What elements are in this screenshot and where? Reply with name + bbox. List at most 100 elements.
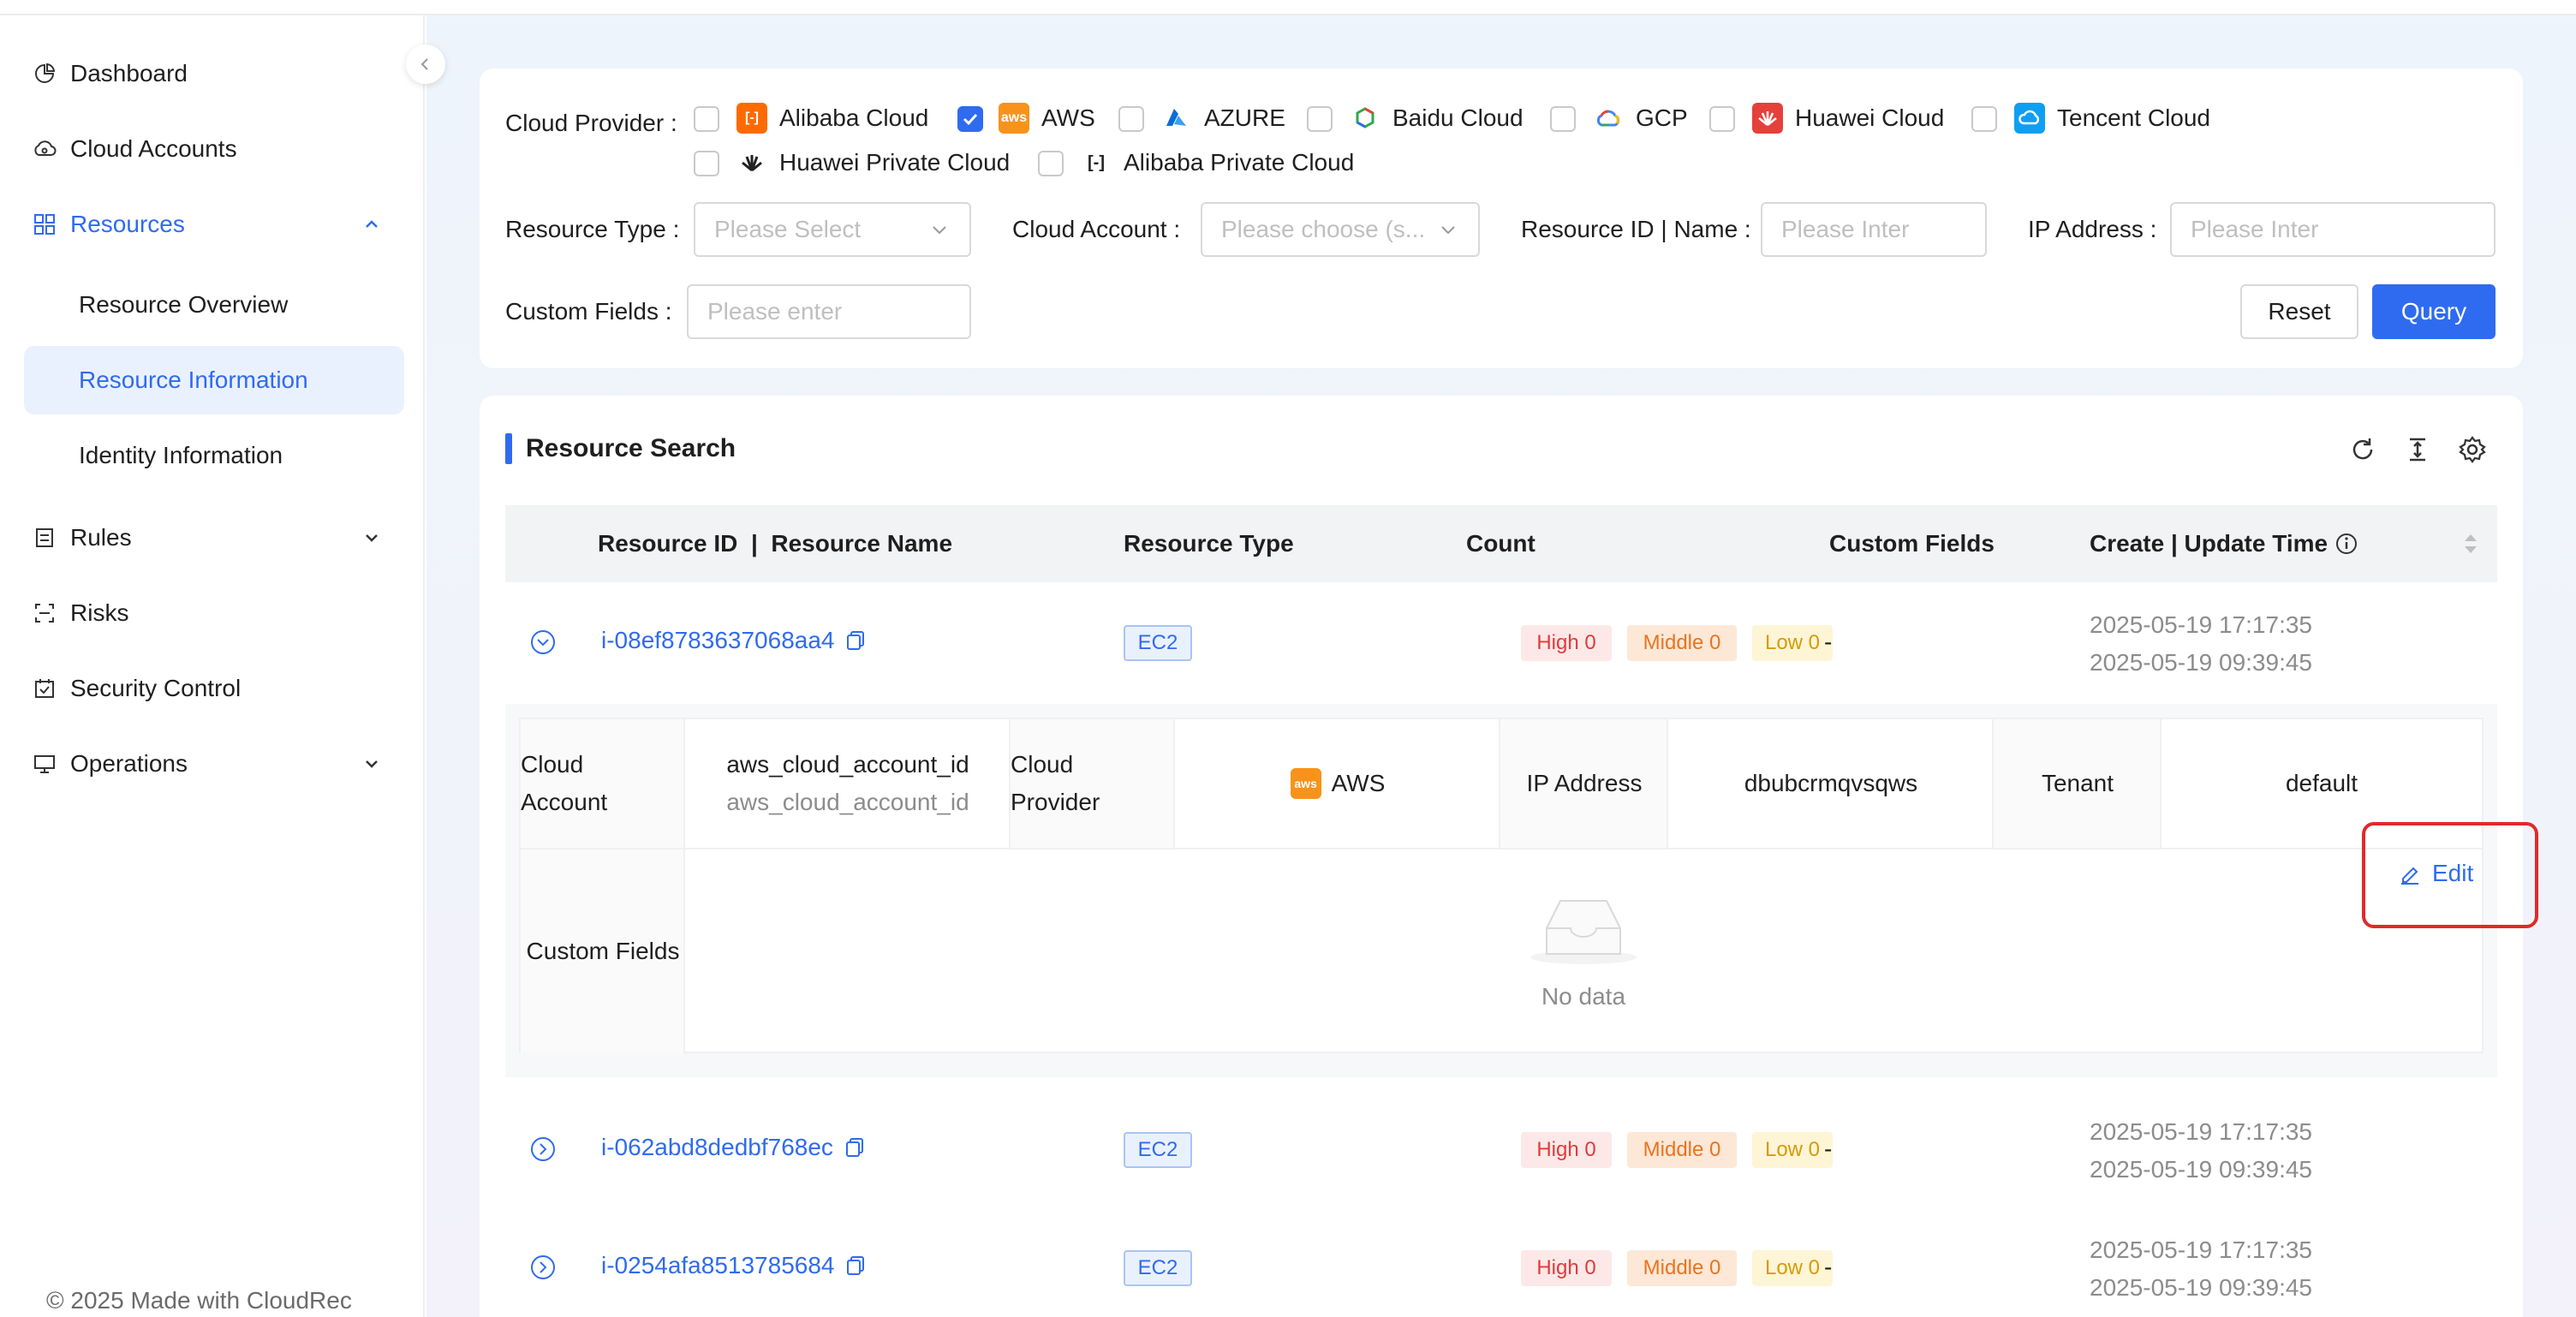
- provider-huawei-cloud[interactable]: Huawei Cloud: [1752, 101, 1944, 135]
- create-update-time: 2025-05-19 17:17:35 2025-05-19 09:39:45: [2090, 1118, 2312, 1183]
- huawei-private-cloud-icon: [736, 147, 767, 178]
- sidebar-item-label: Cloud Accounts: [70, 135, 237, 162]
- sidebar-item-label: Security Control: [70, 675, 242, 701]
- resource-type-select[interactable]: Please Select: [694, 202, 971, 257]
- cloud-account-label: Cloud Account :: [1012, 216, 1181, 242]
- section-title: Resource Search: [505, 433, 736, 464]
- gcp-icon: [1593, 103, 1624, 134]
- sidebar-subitem-resource-information[interactable]: Resource Information: [24, 346, 404, 414]
- sort-icon[interactable]: [2461, 505, 2480, 582]
- detail-label-ip-address: IP Address: [1500, 719, 1668, 848]
- detail-value-ip-address: dbubcrmqvsqws: [1744, 770, 1918, 796]
- sidebar: Dashboard Cloud Accounts Resources Resou…: [0, 15, 425, 1317]
- risk-high-badge: High 0: [1521, 625, 1612, 661]
- provider-alibaba-cloud[interactable]: [-] Alibaba Cloud: [736, 101, 928, 135]
- azure-icon: [1161, 103, 1192, 134]
- checkbox-azure[interactable]: [1118, 106, 1144, 132]
- edit-custom-fields-button[interactable]: Edit: [2398, 860, 2473, 887]
- column-header-resource-type: Resource Type: [1124, 530, 1294, 557]
- cloud-provider-label: Cloud Provider :: [505, 110, 677, 136]
- settings-gear-icon[interactable]: [2456, 433, 2489, 466]
- custom-fields-input[interactable]: Please enter: [687, 284, 971, 339]
- reset-button[interactable]: Reset: [2240, 284, 2358, 339]
- cloud-account-select[interactable]: Please choose (s...: [1201, 202, 1480, 257]
- sidebar-subitem-resource-overview[interactable]: Resource Overview: [24, 271, 404, 339]
- custom-fields-value: -: [1824, 1135, 1833, 1162]
- custom-fields-empty-state: No data: [685, 849, 2482, 1053]
- expand-collapse-icon[interactable]: [529, 1135, 557, 1163]
- sidebar-item-risks[interactable]: Risks: [24, 577, 404, 649]
- column-header-create-update-time[interactable]: Create | Update Time: [2090, 505, 2358, 582]
- provider-huawei-private-cloud[interactable]: Huawei Private Cloud: [736, 146, 1010, 180]
- grid-icon: [33, 212, 57, 236]
- chevron-down-icon: [1441, 226, 1455, 235]
- empty-inbox-icon: [1530, 900, 1637, 964]
- sidebar-item-rules[interactable]: Rules: [24, 502, 404, 574]
- create-update-time: 2025-05-19 17:17:35 2025-05-19 09:39:45: [2090, 1237, 2312, 1301]
- detail-label-tenant: Tenant: [1994, 719, 2162, 848]
- sidebar-item-operations[interactable]: Operations: [24, 728, 404, 800]
- chevron-down-icon: [360, 752, 384, 776]
- alibaba-private-cloud-icon: [-]: [1088, 152, 1105, 172]
- chevron-down-icon: [933, 226, 946, 235]
- resource-id-link[interactable]: i-08ef8783637068aa4: [601, 627, 867, 654]
- query-button[interactable]: Query: [2372, 284, 2496, 339]
- row-density-icon[interactable]: [2401, 433, 2434, 466]
- provider-gcp[interactable]: GCP: [1593, 101, 1688, 135]
- sidebar-item-label: Operations: [70, 750, 188, 777]
- resource-id-link[interactable]: i-062abd8dedbf768ec: [601, 1134, 866, 1161]
- checkbox-baidu-cloud[interactable]: [1307, 106, 1333, 132]
- create-update-time: 2025-05-19 17:17:35 2025-05-19 09:39:45: [2090, 611, 2312, 676]
- tencent-cloud-icon: [2014, 103, 2045, 134]
- custom-fields-value: -: [1824, 629, 1833, 655]
- expand-collapse-icon[interactable]: [529, 1254, 557, 1281]
- sidebar-item-cloud-accounts[interactable]: Cloud Accounts: [24, 113, 404, 185]
- ip-address-label: IP Address :: [2028, 216, 2157, 242]
- checkbox-alibaba-private-cloud[interactable]: [1038, 151, 1064, 176]
- provider-azure[interactable]: AZURE: [1161, 101, 1285, 135]
- resource-id-link[interactable]: i-0254afa8513785684: [601, 1252, 867, 1279]
- baidu-cloud-icon: [1350, 103, 1380, 134]
- sidebar-collapse-button[interactable]: [406, 45, 445, 84]
- checkbox-tencent-cloud[interactable]: [1971, 106, 1997, 132]
- ip-address-input[interactable]: Please Inter: [2170, 202, 2496, 257]
- security-icon: [33, 676, 57, 700]
- refresh-icon[interactable]: [2346, 433, 2379, 466]
- sidebar-item-resources[interactable]: Resources: [24, 188, 404, 260]
- resource-type-label: Resource Type :: [505, 216, 680, 242]
- huawei-cloud-icon: [1752, 103, 1783, 134]
- checkbox-huawei-private-cloud[interactable]: [694, 151, 719, 176]
- resource-type-tag: EC2: [1124, 1250, 1192, 1286]
- table-row: i-08ef8783637068aa4 EC2 High 0 Middle 0 …: [505, 582, 2497, 704]
- resource-id-input[interactable]: Please Inter: [1761, 202, 1987, 257]
- aws-icon: aws: [1290, 768, 1321, 799]
- provider-baidu-cloud[interactable]: Baidu Cloud: [1350, 101, 1524, 135]
- custom-fields-label: Custom Fields :: [505, 298, 672, 325]
- checkbox-gcp[interactable]: [1550, 106, 1576, 132]
- sidebar-item-dashboard[interactable]: Dashboard: [24, 38, 404, 110]
- alibaba-cloud-icon: [-]: [736, 103, 767, 134]
- column-header-custom-fields: Custom Fields: [1829, 530, 1995, 557]
- rules-icon: [33, 526, 57, 550]
- sidebar-item-security-control[interactable]: Security Control: [24, 653, 404, 724]
- table-row: i-0254afa8513785684 EC2 High 0 Middle 0 …: [505, 1211, 2497, 1317]
- sidebar-item-label: Risks: [70, 599, 129, 626]
- chevron-down-icon: [360, 526, 384, 550]
- sidebar-subitem-identity-information[interactable]: Identity Information: [24, 421, 404, 490]
- chevron-left-icon: [420, 58, 428, 70]
- monitor-icon: [33, 752, 57, 776]
- checkbox-huawei-cloud[interactable]: [1709, 106, 1735, 132]
- provider-alibaba-private-cloud[interactable]: [-] Alibaba Private Cloud: [1081, 146, 1354, 180]
- provider-tencent-cloud[interactable]: Tencent Cloud: [2014, 101, 2210, 135]
- resource-search-panel: Resource Search Resource ID | Resource N…: [480, 396, 2538, 1317]
- risk-low-badge: Low 0: [1752, 1132, 1833, 1168]
- expand-collapse-icon[interactable]: [529, 629, 557, 656]
- checkbox-alibaba-cloud[interactable]: [694, 106, 719, 132]
- provider-aws[interactable]: aws AWS: [999, 101, 1095, 135]
- sidebar-item-label: Dashboard: [70, 60, 188, 86]
- info-icon: [2336, 533, 2358, 554]
- expanded-row-detail: Cloud Account aws_cloud_account_id aws_clo…: [505, 704, 2538, 1077]
- sidebar-item-label: Resources: [70, 211, 185, 237]
- resource-id-label: Resource ID | Name :: [1521, 216, 1751, 242]
- checkbox-aws[interactable]: [957, 106, 983, 132]
